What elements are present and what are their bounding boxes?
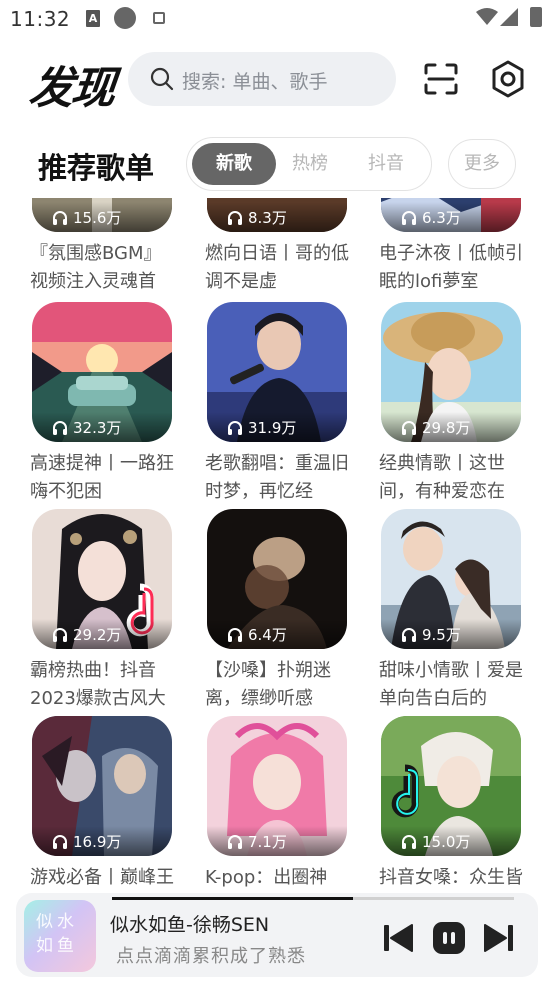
play-count-value: 16.9万	[73, 832, 122, 851]
playlist-title: 抖音女嗓：众生皆无意，而你胜	[379, 867, 523, 888]
playlist-cover: 6.4万	[207, 509, 347, 649]
headphones-icon	[228, 420, 242, 435]
play-count: 8.3万	[207, 202, 347, 232]
previous-button[interactable]	[384, 923, 414, 953]
playlist-cover: 29.8万	[381, 302, 521, 442]
battery-icon	[530, 7, 542, 27]
playlist-cover: 6.3万	[381, 198, 521, 232]
gear-icon[interactable]	[489, 60, 527, 98]
section-title: 推荐歌单	[38, 151, 155, 185]
playlist-cover: 32.3万	[32, 302, 172, 442]
headphones-icon	[228, 834, 242, 849]
play-count: 31.9万	[207, 412, 347, 442]
notification-a-icon: A	[86, 10, 100, 27]
progress-bar[interactable]	[112, 897, 514, 900]
status-time: 11:32	[10, 7, 71, 31]
play-count-value: 15.6万	[73, 208, 122, 227]
playlist-title: 『氛围感BGM』视频注入灵魂首	[30, 243, 162, 292]
next-button[interactable]	[483, 923, 513, 953]
playlist-cover: 9.5万	[381, 509, 521, 649]
play-count: 6.3万	[381, 202, 521, 232]
headphones-icon	[402, 210, 416, 225]
play-count: 29.2万	[32, 619, 172, 649]
play-count-value: 29.8万	[422, 418, 471, 437]
headphones-icon	[53, 210, 67, 225]
player-cover-text: 似水如鱼	[36, 912, 78, 956]
playlist-title: 霸榜热曲！抖音2023爆款古风大	[30, 660, 166, 709]
play-count-value: 7.1万	[248, 832, 287, 851]
playlist-cover: 15.0万	[381, 716, 521, 856]
playlist-cover: 16.9万	[32, 716, 172, 856]
play-count: 15.0万	[381, 826, 521, 856]
play-count-value: 8.3万	[248, 208, 287, 227]
playlist-title: 甜味小情歌丨爱是单向告白后的	[379, 660, 523, 709]
status-bar: 11:32 A	[0, 0, 554, 38]
playlist-title: 游戏必备丨巅峰王男，攻击力增	[30, 867, 174, 888]
player-song-title: 似水如鱼-徐畅SEN	[110, 914, 270, 936]
play-count: 6.4万	[207, 619, 347, 649]
more-button[interactable]: 更多	[448, 139, 516, 189]
playlist-title: 【沙嗓】扑朔迷离，缥缈听感	[205, 660, 331, 709]
pause-icon	[451, 932, 455, 944]
headphones-icon	[402, 627, 416, 642]
notification-dot-icon	[114, 7, 136, 29]
progress-fill	[112, 897, 354, 900]
play-count: 9.5万	[381, 619, 521, 649]
play-count-value: 6.3万	[422, 208, 461, 227]
playlist-cover: 7.1万	[207, 716, 347, 856]
play-count-value: 15.0万	[422, 832, 471, 851]
playlist-title: K-pop：出圈神曲，心动探测	[205, 867, 328, 888]
search-input[interactable]: 搜索: 单曲、歌手	[128, 52, 396, 106]
play-count: 32.3万	[32, 412, 172, 442]
scan-icon[interactable]	[424, 63, 458, 95]
play-count: 15.6万	[32, 202, 172, 232]
playlist-cover: 29.2万	[32, 509, 172, 649]
playlist-cover: 8.3万	[207, 198, 347, 232]
playlist-title: 经典情歌丨这世间，有种爱恋在	[379, 453, 505, 502]
tab-group: 新歌 热榜 抖音	[186, 137, 432, 191]
playlist-title: 燃向日语丨哥的低调不是虚	[205, 243, 349, 292]
mini-player[interactable]: 似水如鱼 似水如鱼-徐畅SEN 点点滴滴累积成了熟悉	[16, 893, 538, 977]
wifi-icon	[476, 8, 498, 25]
search-placeholder: 搜索: 单曲、歌手	[182, 71, 328, 93]
tab-douyin[interactable]: 抖音	[344, 143, 428, 185]
pause-icon	[443, 932, 447, 944]
play-count: 16.9万	[32, 826, 172, 856]
tab-hot-chart[interactable]: 热榜	[268, 143, 352, 185]
headphones-icon	[402, 834, 416, 849]
playlist-cover: 15.6万	[32, 198, 172, 232]
play-count: 29.8万	[381, 412, 521, 442]
headphones-icon	[228, 627, 242, 642]
headphones-icon	[53, 834, 67, 849]
page-title: 发现	[26, 63, 117, 114]
search-icon	[150, 67, 174, 91]
headphones-icon	[53, 627, 67, 642]
play-count-value: 6.4万	[248, 625, 287, 644]
signal-icon	[500, 8, 518, 26]
player-lyric: 点点滴滴累积成了熟悉	[116, 946, 306, 967]
play-count-value: 32.3万	[73, 418, 122, 437]
player-cover[interactable]: 似水如鱼	[24, 900, 96, 972]
notification-square-icon	[153, 12, 165, 24]
headphones-icon	[228, 210, 242, 225]
headphones-icon	[53, 420, 67, 435]
playlist-cover: 31.9万	[207, 302, 347, 442]
headphones-icon	[402, 420, 416, 435]
playlist-grid: 15.6万 『氛围感BGM』视频注入灵魂首 8.3万 燃向日语丨哥的低调不是虚 …	[0, 198, 554, 892]
tab-new-songs[interactable]: 新歌	[192, 143, 276, 185]
playlist-title: 高速提神丨一路狂嗨不犯困	[30, 453, 174, 502]
playlist-title: 老歌翻唱：重温旧时梦，再忆经	[205, 453, 349, 502]
play-count-value: 31.9万	[248, 418, 297, 437]
play-count: 7.1万	[207, 826, 347, 856]
playlist-title: 电子沐夜丨低帧引眠的lofi夢室	[379, 243, 523, 292]
play-count-value: 29.2万	[73, 625, 122, 644]
header: 发现 搜索: 单曲、歌手	[0, 48, 554, 114]
play-count-value: 9.5万	[422, 625, 461, 644]
pause-button[interactable]	[433, 922, 465, 954]
